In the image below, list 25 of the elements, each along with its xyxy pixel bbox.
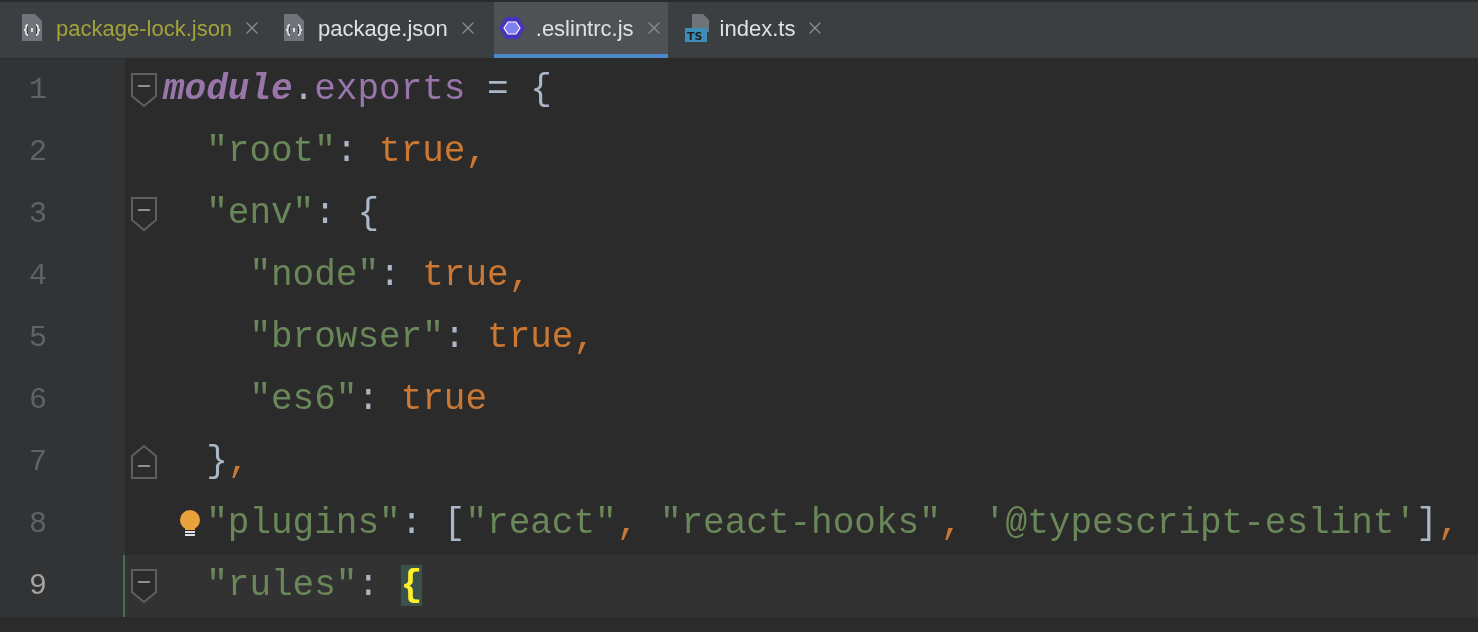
tab-label: index.ts	[719, 14, 796, 43]
fold-marker-icon[interactable]	[130, 445, 158, 479]
code-line: "browser": true,	[249, 316, 596, 360]
code-line: "node": true,	[249, 254, 531, 298]
editor-tab[interactable]: TS index.ts	[679, 2, 830, 58]
editor-tab[interactable]: package.json	[278, 2, 482, 58]
tab-label: .eslintrc.js	[535, 14, 634, 43]
editor-tab[interactable]: .eslintrc.js	[493, 2, 668, 58]
editor-tab[interactable]: package-lock.json	[16, 2, 267, 58]
fold-marker-icon[interactable]	[130, 197, 158, 231]
change-marker	[123, 555, 125, 617]
fold-marker-icon[interactable]	[130, 569, 158, 603]
fold-marker-icon[interactable]	[130, 73, 158, 107]
code-line: module.exports = {	[163, 68, 552, 112]
line-number: 9	[28, 567, 48, 605]
code-line: "plugins": ["react", "react-hooks", '@typescript-eslint'],	[206, 502, 1460, 546]
code-line: },	[206, 440, 250, 484]
code-line: "env": {	[206, 192, 380, 236]
tab-label: package-lock.json	[56, 14, 233, 43]
code-line: "es6": true	[249, 378, 488, 422]
code-line: "root": true,	[206, 130, 488, 174]
lightbulb-icon[interactable]	[178, 509, 203, 539]
code-line: "rules": {	[206, 564, 423, 608]
tab-label: package.json	[318, 14, 448, 43]
hexagon-icon	[497, 15, 526, 41]
